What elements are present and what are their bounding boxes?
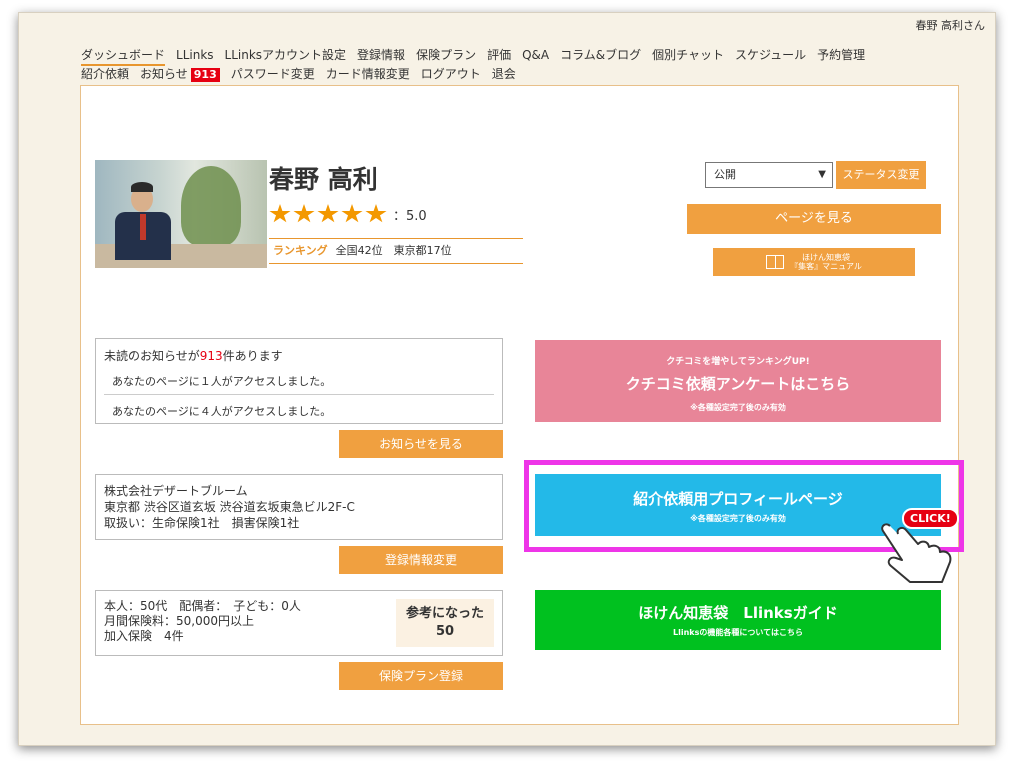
notice-title-prefix: 未読のお知らせが	[104, 349, 200, 363]
nav-item-password[interactable]: パスワード変更	[231, 66, 315, 83]
notice-item[interactable]: あなたのページに４人がアクセスしました。	[104, 400, 494, 422]
company-address: 東京都 渋谷区道玄坂 渋谷道玄坂東急ビル2F-C	[104, 500, 355, 514]
notice-count: 913	[199, 349, 223, 363]
chevron-down-icon: ▼	[818, 169, 826, 180]
main-navigation: ダッシュボード LLinks LLinksアカウント設定 登録情報 保険プラン …	[81, 47, 961, 83]
status-select[interactable]: 公開 ▼	[705, 162, 833, 188]
notice-title-suffix: 件あります	[222, 349, 283, 363]
star-icon	[317, 204, 339, 223]
review-request-banner[interactable]: クチコミを増やしてランキングUP! クチコミ依頼アンケートはこちら ※各種設定完…	[535, 340, 941, 422]
nav-item-llinks[interactable]: LLinks	[176, 47, 214, 66]
nav-item-reservations[interactable]: 予約管理	[817, 47, 865, 66]
nav-item-evaluation[interactable]: 評価	[487, 47, 511, 66]
notice-item[interactable]: あなたのページに１人がアクセスしました。	[104, 370, 494, 395]
review-banner-title: クチコミ依頼アンケートはこちら	[625, 375, 851, 393]
nav-item-column-blog[interactable]: コラム&ブログ	[560, 47, 641, 66]
company-handling: 取扱い：生命保険1社 損害保険1社	[104, 516, 300, 530]
star-icon	[293, 204, 315, 223]
user-name: 春野 高利さん	[915, 19, 986, 32]
nav-item-account-settings[interactable]: LLinksアカウント設定	[225, 47, 347, 66]
status-selected-value: 公開	[714, 168, 736, 181]
nav-row-2: 紹介依頼 お知らせ 913 パスワード変更 カード情報変更 ログアウト 退会	[81, 66, 961, 83]
nav-item-insurance-plan[interactable]: 保険プラン	[416, 47, 476, 66]
photo-tie	[140, 214, 146, 240]
nav-item-dashboard[interactable]: ダッシュボード	[81, 47, 166, 66]
notice-box: 未読のお知らせが913件あります あなたのページに１人がアクセスしました。 あな…	[95, 338, 503, 424]
review-banner-small: クチコミを増やしてランキングUP!	[666, 357, 810, 367]
guide-banner-note: Llinksの機能各種についてはこちら	[673, 628, 803, 637]
star-icon	[269, 204, 291, 223]
llinks-guide-banner[interactable]: ほけん知恵袋 Llinksガイド Llinksの機能各種についてはこちら	[535, 590, 941, 650]
referral-banner-title: 紹介依頼用プロフィールページ	[633, 490, 843, 508]
edit-registration-button[interactable]: 登録情報変更	[339, 546, 503, 574]
register-plan-button[interactable]: 保険プラン登録	[339, 662, 503, 690]
pointing-hand-icon	[881, 523, 952, 583]
manual-line1: ほけん知恵袋	[801, 253, 850, 262]
nav-row-1: ダッシュボード LLinks LLinksアカウント設定 登録情報 保険プラン …	[81, 47, 961, 66]
book-icon	[766, 255, 785, 269]
view-page-button[interactable]: ページを見る	[687, 204, 941, 234]
nav-item-schedule[interactable]: スケジュール	[735, 47, 806, 66]
nav-item-registration[interactable]: 登録情報	[357, 47, 405, 66]
manual-label: ほけん知恵袋 『集客』マニュアル	[790, 253, 862, 271]
photo-plant	[181, 166, 241, 246]
status-change-button[interactable]: ステータス変更	[836, 161, 926, 189]
ranking-value: 全国42位 東京都17位	[335, 244, 452, 257]
manual-button[interactable]: ほけん知恵袋 『集客』マニュアル	[713, 248, 915, 276]
nav-item-notices[interactable]: お知らせ 913	[140, 66, 220, 83]
helpful-count: 50	[435, 624, 455, 639]
view-notices-button[interactable]: お知らせを見る	[339, 430, 503, 458]
ranking-row: ランキング 全国42位 東京都17位	[269, 238, 523, 264]
company-name: 株式会社デザートブルーム	[104, 484, 248, 498]
profile-name: 春野 高利	[269, 165, 378, 194]
notice-title: 未読のお知らせが913件あります	[104, 347, 494, 364]
company-info-box: 株式会社デザートブルーム 東京都 渋谷区道玄坂 渋谷道玄坂東急ビル2F-C 取扱…	[95, 474, 503, 540]
helpful-label: 参考になった	[405, 606, 484, 621]
notice-count-badge: 913	[190, 68, 220, 82]
rating-value: ：5.0	[393, 208, 427, 224]
manual-line2: 『集客』マニュアル	[790, 262, 862, 271]
star-rating: ：5.0	[269, 204, 427, 224]
plan-info-box: 本人：50代 配偶者： 子ども：0人 月間保険料：50,000円以上 加入保険 …	[95, 590, 503, 656]
ranking-label: ランキング	[273, 244, 328, 257]
nav-item-chat[interactable]: 個別チャット	[652, 47, 724, 66]
main-panel: 春野 高利 ：5.0 ランキング 全国42位 東京都17位 公開 ▼ ステータス変…	[80, 85, 959, 725]
photo-hair	[131, 182, 153, 192]
star-icon	[341, 204, 363, 223]
helpful-counter: 参考になった 50	[396, 599, 494, 647]
nav-item-referral[interactable]: 紹介依頼	[81, 66, 129, 83]
profile-photo	[95, 160, 267, 268]
review-banner-note: ※各種設定完了後のみ有効	[690, 403, 786, 412]
star-icon	[365, 204, 387, 223]
browser-frame: 春野 高利さん ダッシュボード LLinks LLinksアカウント設定 登録情…	[18, 12, 996, 746]
guide-banner-title: ほけん知恵袋 Llinksガイド	[638, 604, 838, 622]
nav-item-logout[interactable]: ログアウト	[421, 66, 481, 83]
nav-item-qa[interactable]: Q&A	[522, 47, 549, 66]
nav-item-notices-label: お知らせ	[140, 67, 188, 81]
nav-item-card[interactable]: カード情報変更	[326, 66, 410, 83]
nav-item-withdraw[interactable]: 退会	[492, 66, 516, 83]
